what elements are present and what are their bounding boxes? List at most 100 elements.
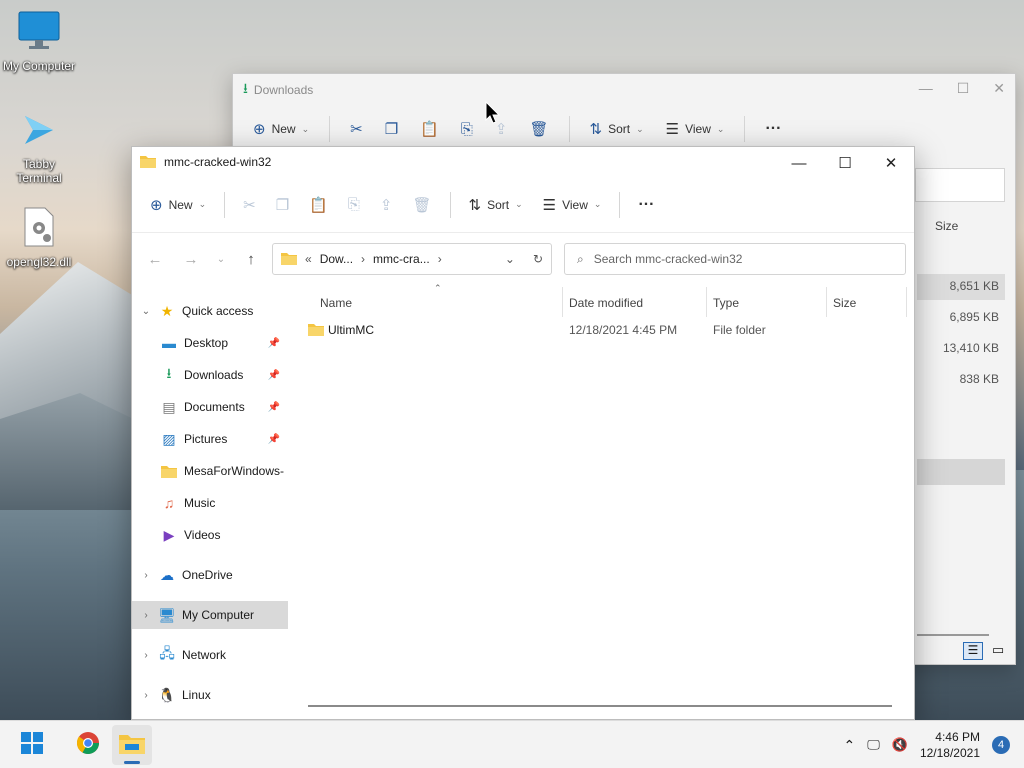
details-view-icon[interactable]: ☰ [963,642,983,660]
nav-item-mesaforwindows[interactable]: MesaForWindows- [132,457,288,485]
nav-item-pictures[interactable]: ▨ Pictures 📌 [132,425,288,453]
nav-label: Videos [184,528,221,542]
view-button[interactable]: ☰ View ⌄ [535,190,610,220]
desktop-icon-opengl32[interactable]: opengl32.dll [1,206,77,269]
chevron-right-icon[interactable]: › [138,570,154,581]
rename-icon: ⎘ [347,196,360,213]
breadcrumb-overflow[interactable]: « [305,252,312,266]
sort-button[interactable]: ⇅ Sort ⌄ [582,114,652,144]
rename-button[interactable]: ⎘ [453,115,481,144]
breadcrumb-downloads[interactable]: Dow... [320,252,353,266]
rename-button[interactable]: ⎘ [340,190,368,219]
tiles-view-icon[interactable]: ▭ [989,642,1007,660]
minimize-button[interactable]: — [776,149,822,177]
folder-icon [308,322,328,339]
delete-button[interactable]: 🗑 [521,114,556,144]
view-button[interactable]: ☰ View ⌄ [658,114,733,144]
column-header-date[interactable]: Date modified [569,291,643,315]
sort-button[interactable]: ⇅ Sort ⌄ [461,190,531,220]
copy-button[interactable]: ❐ [377,114,406,144]
file-date: 12/18/2021 4:45 PM [569,323,678,337]
search-input[interactable] [915,168,1005,202]
column-divider[interactable] [562,287,563,317]
monitor-icon: 🖥 [158,606,176,623]
notification-badge[interactable]: 4 [992,736,1010,754]
chevron-down-icon[interactable]: ⌄ [138,306,154,317]
clock[interactable]: 4:46 PM 12/18/2021 [920,729,980,761]
nav-my-computer[interactable]: › 🖥 My Computer [132,601,288,629]
recent-locations-button[interactable]: ⌄ [212,244,230,274]
address-row: ← → ⌄ ↑ « Dow... › mmc-cra... › ⌄ ↻ ⌕ Se… [132,233,914,285]
file-list: ⌃ Name Date modified Type Size UltimMC 1… [294,283,914,719]
chevron-right-icon[interactable]: › [138,610,154,621]
desktop-icon-tabby-terminal[interactable]: Tabby Terminal [1,110,77,185]
nav-onedrive[interactable]: › ☁ OneDrive [132,561,288,589]
column-divider[interactable] [906,287,907,317]
nav-item-music[interactable]: ♫ Music [132,489,288,517]
column-divider[interactable] [706,287,707,317]
paste-button[interactable]: 📋 [412,114,447,144]
horizontal-scrollbar[interactable] [917,634,989,636]
nav-label: Music [184,496,216,510]
forward-button[interactable]: → [176,244,206,274]
network-icon: 🖧 [159,645,175,661]
address-bar[interactable]: « Dow... › mmc-cra... › ⌄ ↻ [272,243,552,275]
refresh-icon[interactable]: ↻ [533,252,543,266]
column-header-type[interactable]: Type [713,291,739,315]
nav-network[interactable]: › 🖧 Network [132,641,288,669]
mouse-cursor-icon [485,101,501,124]
nav-quick-access[interactable]: ⌄ ★ Quick access [132,297,288,325]
cut-button[interactable]: ✂ [235,190,264,220]
more-options-button[interactable]: ··· [757,114,789,144]
nav-item-documents[interactable]: ▤ Documents 📌 [132,393,288,421]
delete-button[interactable]: 🗑 [404,190,439,220]
breadcrumb-separator[interactable]: › [361,252,365,266]
size-cell: 6,895 KB [949,310,999,324]
size-column-header[interactable]: Size [935,219,958,233]
desktop-icon-my-computer[interactable]: My Computer [1,10,77,73]
linux-penguin-icon: 🐧 [158,686,176,703]
paste-button[interactable]: 📋 [301,190,336,220]
chevron-right-icon[interactable]: › [138,690,154,701]
nav-item-desktop[interactable]: ▬ Desktop 📌 [132,329,288,357]
chevron-right-icon[interactable]: › [138,650,154,661]
view-label: View [685,122,711,136]
horizontal-scrollbar[interactable] [308,705,892,707]
breadcrumb-separator[interactable]: › [438,252,442,266]
column-divider[interactable] [826,287,827,317]
share-button[interactable]: ⇪ [372,190,401,220]
nav-item-videos[interactable]: ▶ Videos [132,521,288,549]
back-button[interactable]: ← [140,244,170,274]
nav-item-downloads[interactable]: ⭳ Downloads 📌 [132,361,288,389]
window-titlebar[interactable]: ⭳ Downloads [233,74,1015,106]
breadcrumb-current[interactable]: mmc-cra... [373,252,430,266]
volume-muted-icon[interactable]: 🔇 [892,737,908,753]
nav-linux[interactable]: › 🐧 Linux [132,681,288,709]
explorer-window[interactable]: mmc-cracked-win32 — ☐ ✕ ⊕ New ⌄ ✂ ❐ 📋 ⎘ ⇪ … [131,146,915,720]
search-input[interactable]: ⌕ Search mmc-cracked-win32 [564,243,906,275]
arrow-up-icon: ↑ [247,250,255,268]
new-button[interactable]: ⊕ New ⌄ [245,114,317,144]
chevron-up-icon[interactable]: ⌃ [843,737,855,754]
search-icon: ⌕ [577,251,584,266]
copy-button[interactable]: ❐ [268,190,297,220]
address-dropdown-chevron-icon[interactable]: ⌄ [505,252,515,266]
start-button[interactable] [12,725,52,765]
close-button[interactable]: ✕ [868,149,914,177]
minimize-button[interactable]: — [919,80,933,97]
maximize-button[interactable]: ☐ [957,80,970,97]
column-header-name[interactable]: Name [320,291,352,315]
taskbar-file-explorer[interactable] [112,724,152,765]
up-button[interactable]: ↑ [236,244,266,274]
more-options-button[interactable]: ··· [630,190,662,220]
network-display-icon[interactable]: 🖵 [867,737,880,753]
cut-button[interactable]: ✂ [342,114,371,144]
close-button[interactable]: ✕ [993,80,1005,97]
cloud-icon: ☁ [160,566,174,583]
maximize-button[interactable]: ☐ [822,149,868,177]
new-button[interactable]: ⊕ New ⌄ [142,190,214,220]
size-cell: 8,651 KB [949,279,999,293]
taskbar-chrome[interactable] [68,725,108,765]
column-header-size[interactable]: Size [833,291,856,315]
table-row[interactable]: UltimMC 12/18/2021 4:45 PM File folder [308,319,898,341]
